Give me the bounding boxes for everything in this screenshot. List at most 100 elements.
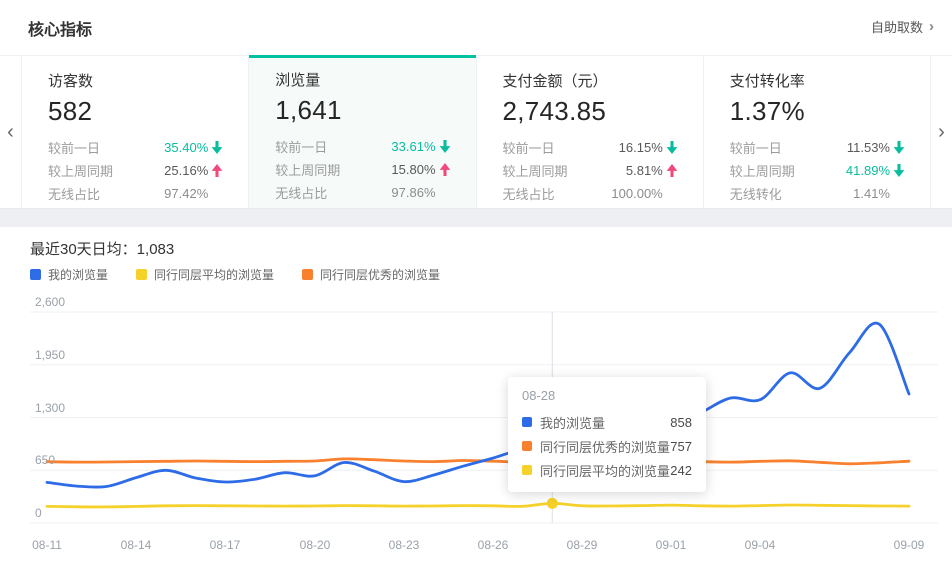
metric-card-title: 支付转化率	[730, 70, 908, 91]
tooltip-swatch-icon	[522, 417, 532, 427]
metric-row: 较前一日35.40%	[48, 136, 226, 159]
metric-row-value: 100.00%	[611, 186, 662, 201]
arrow-slot	[211, 187, 226, 200]
tooltip-series-value: 858	[670, 415, 692, 430]
metric-row: 无线占比97.86%	[275, 181, 453, 204]
arrow-up-icon	[439, 163, 454, 176]
metric-row-value: 97.42%	[164, 186, 208, 201]
metric-card-rows: 较前一日35.40%较上周同期25.16%无线占比97.42%	[48, 136, 226, 205]
metric-row-label: 无线占比	[503, 184, 612, 203]
metric-row-value: 11.53%	[847, 140, 890, 155]
metric-row-value: 15.80%	[391, 162, 435, 177]
x-axis-tick: 08-14	[106, 538, 166, 552]
x-axis-tick: 08-26	[463, 538, 523, 552]
tooltip-series-label: 同行同层优秀的浏览量	[540, 437, 670, 456]
metric-cards: 访客数582较前一日35.40%较上周同期25.16%无线占比97.42%浏览量…	[22, 56, 930, 208]
tooltip-series-value: 242	[670, 463, 692, 478]
metric-row-label: 较上周同期	[503, 161, 626, 180]
chevron-left-icon: ‹	[7, 122, 14, 142]
metric-row-value: 16.15%	[619, 140, 663, 155]
y-axis-tick: 1,300	[35, 401, 65, 415]
arrow-slot	[893, 187, 908, 200]
chart-tooltip: 08-28 我的浏览量858同行同层优秀的浏览量757同行同层平均的浏览量242	[508, 377, 706, 492]
carousel-next-button[interactable]: ›	[930, 56, 952, 208]
arrow-down-icon	[666, 141, 681, 154]
metric-row: 较上周同期25.16%	[48, 159, 226, 182]
metric-row: 无线占比100.00%	[503, 182, 681, 205]
metric-card-title: 访客数	[48, 70, 226, 91]
tooltip-series-label: 同行同层平均的浏览量	[540, 461, 670, 480]
x-axis-tick: 08-20	[285, 538, 345, 552]
y-axis-tick: 1,950	[35, 348, 65, 362]
self-service-data-label: 自助取数	[871, 17, 923, 36]
metric-row-label: 较前一日	[275, 137, 391, 156]
tooltip-date: 08-28	[522, 388, 692, 403]
tooltip-rows: 我的浏览量858同行同层优秀的浏览量757同行同层平均的浏览量242	[522, 410, 692, 482]
tooltip-swatch-icon	[522, 465, 532, 475]
metric-row: 无线转化1.41%	[730, 182, 908, 205]
chevron-right-icon: ›	[938, 122, 945, 142]
tooltip-row: 同行同层平均的浏览量242	[522, 458, 692, 482]
self-service-data-link[interactable]: 自助取数 ›	[871, 17, 934, 36]
metric-row-value: 33.61%	[391, 139, 435, 154]
metric-row: 较上周同期15.80%	[275, 158, 453, 181]
metric-row-value: 97.86%	[391, 185, 435, 200]
metric-row-label: 较上周同期	[48, 161, 164, 180]
metric-row-label: 较前一日	[730, 138, 847, 157]
metric-card-rows: 较前一日16.15%较上周同期5.81%无线占比100.00%	[503, 136, 681, 205]
metric-card-conversion-rate[interactable]: 支付转化率1.37%较前一日11.53%较上周同期41.89%无线转化1.41%	[704, 56, 930, 208]
metric-row-value: 25.16%	[164, 163, 208, 178]
metric-row: 较上周同期5.81%	[503, 159, 681, 182]
chart-plot-area[interactable]: 0 650 1,300 1,950 2,600 08-11 08-14 08-17 08-20…	[0, 227, 952, 566]
x-axis-tick: 08-23	[374, 538, 434, 552]
analytics-dashboard: 核心指标 自助取数 › ‹ 访客数582较前一日35.40%较上周同期25.16…	[0, 0, 952, 566]
line-chart	[0, 227, 952, 566]
metric-row-label: 较上周同期	[275, 160, 391, 179]
arrow-down-icon	[211, 141, 226, 154]
metric-row-label: 较前一日	[503, 138, 619, 157]
metric-row: 较前一日11.53%	[730, 136, 908, 159]
x-axis-tick: 08-11	[17, 538, 77, 552]
arrow-slot	[439, 186, 454, 199]
y-axis-tick: 0	[35, 506, 42, 520]
metric-card-rows: 较前一日33.61%较上周同期15.80%无线占比97.86%	[275, 135, 453, 204]
arrow-down-icon	[439, 140, 454, 153]
metric-row-label: 较前一日	[48, 138, 164, 157]
arrow-up-icon	[211, 164, 226, 177]
tooltip-row: 我的浏览量858	[522, 410, 692, 434]
metric-row-label: 无线转化	[730, 184, 853, 203]
metric-card-pageviews[interactable]: 浏览量1,641较前一日33.61%较上周同期15.80%无线占比97.86%	[249, 56, 476, 208]
metric-card-title: 支付金额（元）	[503, 70, 681, 91]
metric-row: 较前一日33.61%	[275, 135, 453, 158]
metric-card-value: 2,743.85	[503, 96, 681, 127]
metric-card-title: 浏览量	[275, 69, 453, 90]
metric-card-value: 1,641	[275, 95, 453, 126]
y-axis-tick: 650	[35, 453, 55, 467]
metric-row-label: 无线占比	[48, 184, 164, 203]
x-axis-tick: 09-09	[879, 538, 939, 552]
metric-row: 无线占比97.42%	[48, 182, 226, 205]
arrow-up-icon	[666, 164, 681, 177]
header: 核心指标 自助取数 ›	[0, 0, 952, 55]
metric-card-value: 1.37%	[730, 96, 908, 127]
metric-row-value: 1.41%	[853, 186, 890, 201]
x-axis-tick: 09-04	[730, 538, 790, 552]
arrow-slot	[666, 187, 681, 200]
chevron-right-icon: ›	[929, 19, 934, 34]
metric-card-visitors[interactable]: 访客数582较前一日35.40%较上周同期25.16%无线占比97.42%	[22, 56, 249, 208]
metric-row-value: 5.81%	[626, 163, 663, 178]
metric-card-rows: 较前一日11.53%较上周同期41.89%无线转化1.41%	[730, 136, 908, 205]
metric-card-payment-amount[interactable]: 支付金额（元）2,743.85较前一日16.15%较上周同期5.81%无线占比1…	[477, 56, 704, 208]
x-axis-tick: 08-17	[195, 538, 255, 552]
arrow-down-icon	[893, 164, 908, 177]
metric-row-label: 较上周同期	[730, 161, 846, 180]
metric-row: 较前一日16.15%	[503, 136, 681, 159]
carousel-prev-button[interactable]: ‹	[0, 56, 22, 208]
x-axis-tick: 08-29	[552, 538, 612, 552]
y-axis-tick: 2,600	[35, 295, 65, 309]
metric-card-value: 582	[48, 96, 226, 127]
tooltip-series-value: 757	[670, 439, 692, 454]
metric-row-label: 无线占比	[275, 183, 391, 202]
metric-cards-panel: ‹ 访客数582较前一日35.40%较上周同期25.16%无线占比97.42%浏…	[0, 55, 952, 209]
tooltip-row: 同行同层优秀的浏览量757	[522, 434, 692, 458]
